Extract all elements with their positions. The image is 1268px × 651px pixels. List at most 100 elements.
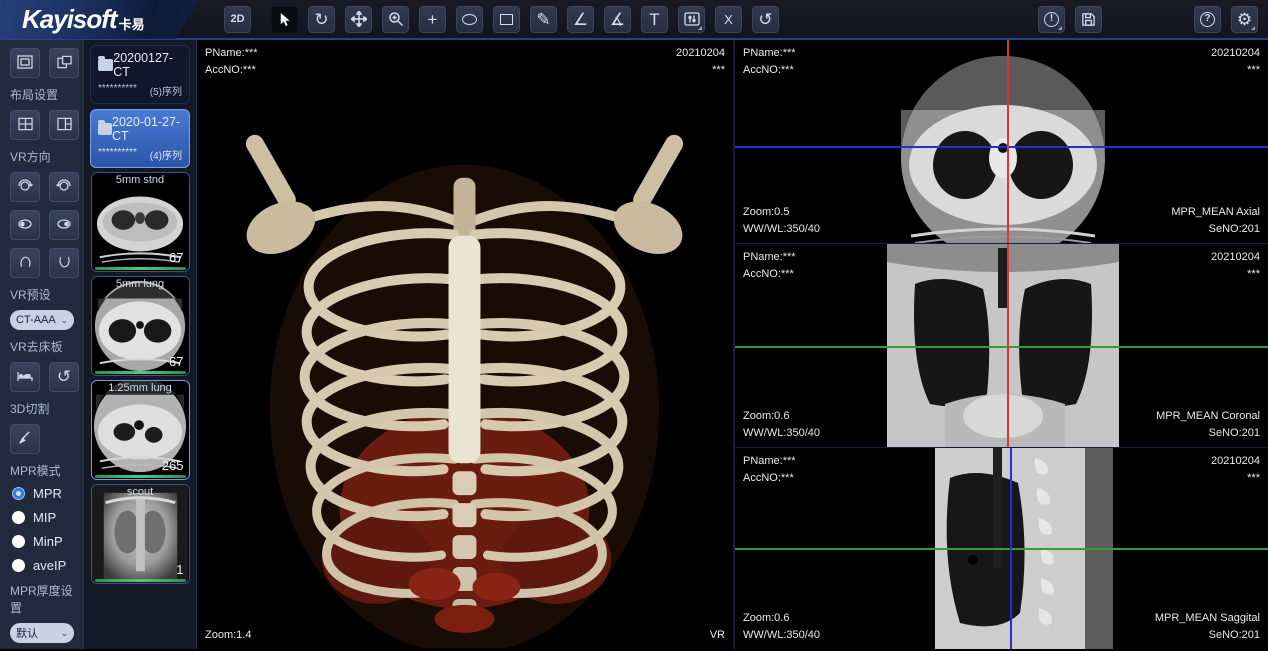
chevron-down-icon: ⌄ bbox=[60, 628, 68, 639]
zoom-tool-button[interactable] bbox=[382, 6, 409, 33]
sagittal-zoom-info: Zoom:0.6 WW/WL:350/40 bbox=[743, 610, 820, 644]
study-item-1[interactable]: 20200127-CT ********** (5)序列 bbox=[90, 45, 190, 104]
study-series-count: (4)序列 bbox=[150, 147, 182, 162]
study-patient-masked: ********** bbox=[98, 147, 137, 162]
thumbnail-image-count: 265 bbox=[162, 458, 184, 473]
masked-text: *** bbox=[1211, 266, 1260, 283]
series-thumbnail-scout[interactable]: scout 1 bbox=[91, 484, 190, 584]
mpr-thickness-value: 默认 bbox=[16, 625, 38, 641]
thumbnail-image bbox=[92, 485, 189, 583]
mpr-mode-label: MPR模式 bbox=[10, 462, 83, 479]
vr-dir-anterior-button[interactable] bbox=[10, 172, 40, 202]
head-right-icon bbox=[56, 216, 72, 235]
series-thumbnail-5mm-lung[interactable]: 5mm lung 67 bbox=[91, 276, 190, 376]
vr-dir-inferior-button[interactable] bbox=[49, 248, 79, 278]
vr-viewport[interactable]: PName:*** AccNO:*** 20210204 *** Zoom:1.… bbox=[196, 40, 733, 649]
cut-3d-button[interactable] bbox=[10, 424, 40, 454]
rect-roi-tool-button[interactable] bbox=[493, 6, 520, 33]
axial-series-info: MPR_MEAN Axial SeNO:201 bbox=[1171, 204, 1260, 238]
tool-sidebar: 布局设置 VR方向 bbox=[0, 40, 83, 649]
study-date-text: 20210204 bbox=[676, 45, 725, 62]
angle-tool-button[interactable]: ∠ bbox=[567, 6, 594, 33]
coronal-study-info: 20210204 *** bbox=[1211, 249, 1260, 283]
vr-dir-posterior-button[interactable] bbox=[49, 172, 79, 202]
cut-3d-label: 3D切割 bbox=[10, 400, 83, 417]
text-annotation-icon: T bbox=[649, 11, 659, 28]
reset-icon: ↺ bbox=[758, 11, 772, 28]
measure-tool-button[interactable]: ✎ bbox=[530, 6, 557, 33]
axial-crosshair-horizontal[interactable] bbox=[735, 146, 1268, 148]
angle-icon: ∠ bbox=[573, 11, 588, 28]
masked-text: *** bbox=[676, 62, 725, 79]
bed-icon bbox=[17, 369, 33, 386]
remove-bed-button[interactable] bbox=[10, 362, 40, 392]
vr-dir-superior-button[interactable] bbox=[10, 248, 40, 278]
mpr-mode-option-aveip[interactable]: aveIP bbox=[12, 558, 83, 573]
zoom-text: Zoom:0.6 bbox=[743, 610, 820, 627]
pan-tool-button[interactable] bbox=[345, 6, 372, 33]
mpr-mode-option-minp[interactable]: MinP bbox=[12, 534, 83, 549]
masked-text: *** bbox=[1211, 470, 1260, 487]
folder-closed-icon bbox=[98, 59, 113, 71]
series-thumbnail-5mm-stnd[interactable]: 5mm stnd 67 bbox=[91, 172, 190, 272]
pan-icon bbox=[351, 11, 367, 27]
sagittal-crosshair-vertical[interactable] bbox=[1010, 448, 1012, 649]
reset-tool-button[interactable]: ↺ bbox=[752, 6, 779, 33]
mpr-mode-option-mpr[interactable]: MPR bbox=[12, 486, 83, 501]
radio-icon bbox=[12, 535, 25, 548]
seno-text: SeNO:201 bbox=[1156, 425, 1260, 442]
mpr-thickness-select[interactable]: 默认 ⌄ bbox=[10, 623, 74, 643]
layout-single-button[interactable] bbox=[10, 48, 40, 78]
sagittal-crosshair-horizontal[interactable] bbox=[735, 548, 1268, 550]
layout-split-button[interactable] bbox=[49, 110, 79, 140]
help-button[interactable]: ? bbox=[1194, 6, 1221, 33]
head-down-icon bbox=[57, 254, 72, 273]
vr-remove-bed-label: VR去床板 bbox=[10, 338, 83, 355]
coronal-viewport[interactable]: PName:*** AccNO:*** 20210204 *** Zoom:0.… bbox=[735, 244, 1268, 448]
axial-viewport[interactable]: PName:*** AccNO:*** 20210204 *** Zoom:0.… bbox=[735, 40, 1268, 244]
settings-button[interactable]: ⚙ bbox=[1231, 6, 1258, 33]
study-item-2[interactable]: 2020-01-27-CT ********** (4)序列 bbox=[90, 109, 190, 168]
crosshair-tool-button[interactable]: + bbox=[419, 6, 446, 33]
coronal-crosshair-horizontal[interactable] bbox=[735, 346, 1268, 348]
help-icon: ? bbox=[1200, 12, 1215, 27]
vr-dir-right-button[interactable] bbox=[49, 210, 79, 240]
wwwl-text: WW/WL:350/40 bbox=[743, 221, 820, 238]
vr-dir-left-button[interactable] bbox=[10, 210, 40, 240]
vr-preset-select[interactable]: CT-AAA ⌄ bbox=[10, 310, 74, 330]
delete-tool-button[interactable]: X bbox=[715, 6, 742, 33]
text-annotation-tool-button[interactable]: T bbox=[641, 6, 668, 33]
mpr-thickness-label: MPR厚度设置 bbox=[10, 582, 83, 616]
mpr-mode-option-mip[interactable]: MIP bbox=[12, 510, 83, 525]
layout-grid-button[interactable] bbox=[10, 110, 40, 140]
mpr-2d-tool-button[interactable]: 2D bbox=[224, 6, 251, 33]
cobb-angle-tool-button[interactable]: ∡ bbox=[604, 6, 631, 33]
thumbnail-label: 5mm stnd bbox=[92, 174, 189, 186]
study-date: 2020-01-27-CT bbox=[112, 115, 182, 143]
cursor-icon bbox=[277, 12, 292, 27]
mpr-mode-option-label: MinP bbox=[33, 534, 63, 549]
mpr-mode-option-label: MPR bbox=[33, 486, 62, 501]
restore-bed-button[interactable]: ↺ bbox=[49, 362, 79, 392]
radio-icon bbox=[12, 559, 25, 572]
wwwl-text: WW/WL:350/40 bbox=[743, 627, 820, 644]
layout-report-button[interactable] bbox=[49, 48, 79, 78]
sagittal-viewport[interactable]: PName:*** AccNO:*** 20210204 *** Zoom:0.… bbox=[735, 448, 1268, 649]
masked-text: *** bbox=[1211, 62, 1260, 79]
series-thumbnail-125mm-lung[interactable]: 1.25mm lung 265 bbox=[91, 380, 190, 480]
sagittal-study-info: 20210204 *** bbox=[1211, 453, 1260, 487]
thumbnail-image-count: 1 bbox=[176, 562, 183, 577]
ellipse-roi-tool-button[interactable] bbox=[456, 6, 483, 33]
report-button[interactable]: ! bbox=[1038, 6, 1065, 33]
cursor-tool-button[interactable] bbox=[271, 6, 298, 33]
thumbnail-label: 1.25mm lung bbox=[92, 382, 189, 394]
axial-crosshair-vertical[interactable] bbox=[1007, 40, 1009, 243]
radio-icon bbox=[12, 511, 25, 524]
save-icon bbox=[1081, 12, 1096, 27]
save-button[interactable] bbox=[1075, 6, 1102, 33]
coronal-crosshair-vertical[interactable] bbox=[1007, 244, 1009, 447]
window-level-tool-button[interactable] bbox=[678, 6, 705, 33]
rotate-3d-tool-button[interactable]: ↻ bbox=[308, 6, 335, 33]
zoom-in-icon bbox=[388, 11, 404, 27]
coronal-patient-info: PName:*** AccNO:*** bbox=[743, 249, 796, 283]
